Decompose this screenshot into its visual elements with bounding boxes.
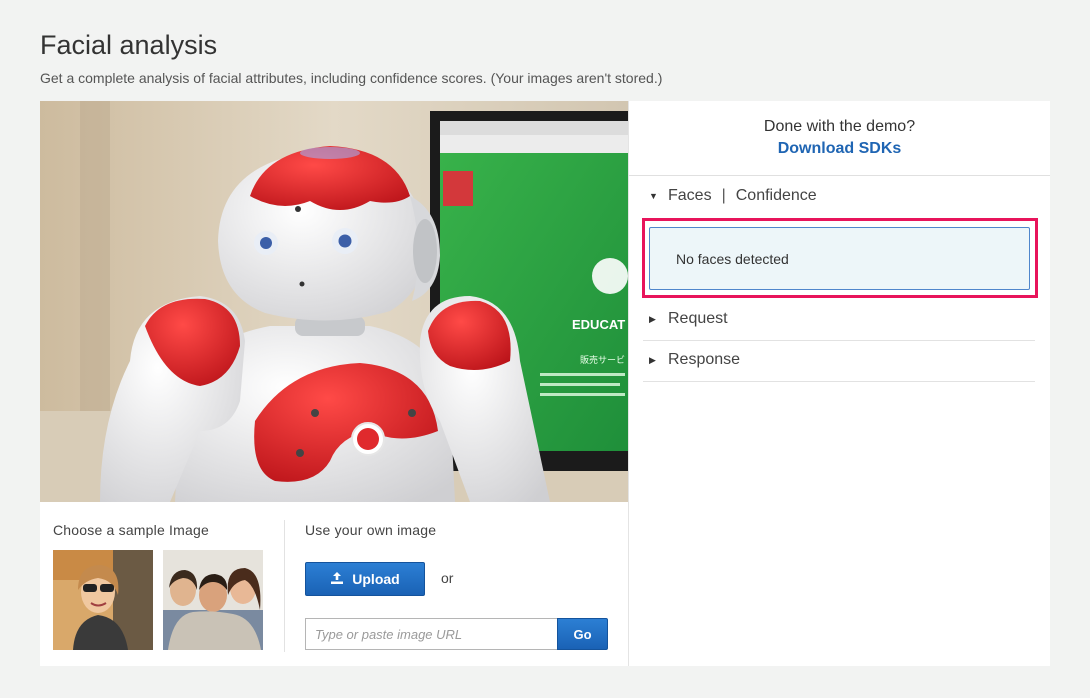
sample-images-label: Choose a sample Image	[53, 522, 209, 538]
page-title: Facial analysis	[40, 30, 218, 60]
heading-separator: |	[721, 187, 726, 204]
request-heading: Request	[668, 310, 728, 327]
upload-label: Upload	[352, 571, 400, 587]
monitor-text-jp: 販売サービ	[580, 354, 625, 366]
response-heading: Response	[668, 351, 741, 368]
request-accordion-header[interactable]: ▶ Request	[643, 299, 1035, 339]
demo-callout: Done with the demo? Download SDKs	[629, 101, 1050, 176]
upload-icon	[330, 571, 344, 588]
sample-image-woman[interactable]	[53, 550, 153, 650]
faces-message: No faces detected	[676, 251, 789, 267]
sample-image-family[interactable]	[163, 550, 263, 650]
monitor-text-educat: EDUCAT	[572, 317, 625, 332]
triangle-down-icon: ▼	[649, 191, 658, 201]
preview-image: EDUCAT 販売サービ	[40, 101, 628, 502]
confidence-heading: Confidence	[735, 187, 817, 204]
faces-accordion-header[interactable]: ▼ Faces | Confidence	[643, 176, 1035, 216]
download-sdks-link[interactable]: Download SDKs	[629, 140, 1050, 158]
upload-button[interactable]: Upload	[305, 562, 425, 596]
page-subtitle: Get a complete analysis of facial attrib…	[40, 70, 663, 86]
demo-card: EDUCAT 販売サービ Choose a sample Image Use y…	[40, 101, 1050, 666]
triangle-right-icon: ▶	[649, 354, 656, 365]
demo-question: Done with the demo?	[763, 118, 916, 135]
response-divider	[643, 381, 1035, 382]
faces-heading: Faces	[668, 187, 712, 204]
image-url-input[interactable]	[305, 618, 558, 650]
own-image-label: Use your own image	[305, 522, 437, 538]
go-button[interactable]: Go	[557, 618, 608, 650]
column-divider	[284, 520, 285, 652]
faces-result-box: No faces detected	[649, 227, 1030, 290]
triangle-right-icon: ▶	[649, 313, 656, 324]
results-panel: Done with the demo? Download SDKs ▼ Face…	[628, 101, 1050, 666]
response-accordion-header[interactable]: ▶ Response	[643, 340, 1035, 380]
image-source-panel: Choose a sample Image Use your own image…	[40, 502, 628, 666]
or-label: or	[441, 570, 454, 586]
